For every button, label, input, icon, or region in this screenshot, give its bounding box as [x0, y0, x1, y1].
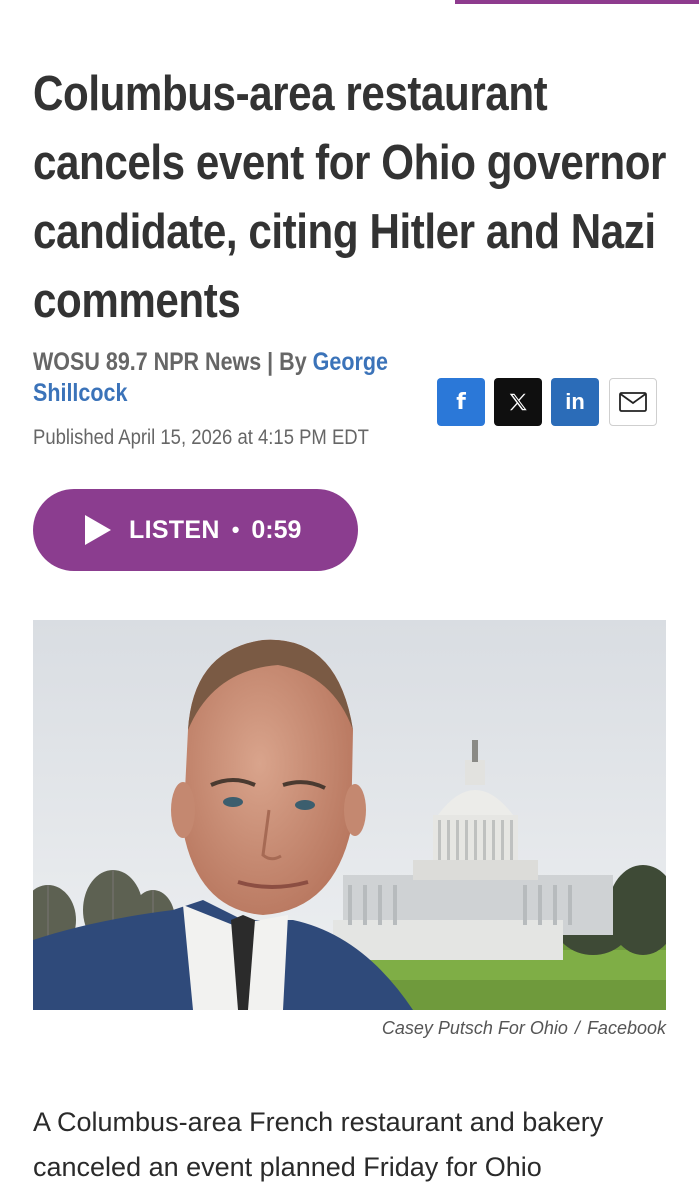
share-email-button[interactable] — [609, 378, 657, 426]
photo-credit: Casey Putsch For Ohio / Facebook — [382, 1018, 666, 1039]
article-photo — [33, 620, 666, 1010]
source-name: WOSU 89.7 NPR News — [33, 348, 262, 376]
listen-label: LISTEN — [129, 515, 220, 544]
publish-date: Published April 15, 2026 at 4:15 PM EDT — [33, 426, 369, 449]
headline-text: Columbus-area restaurant cancels event f… — [33, 67, 667, 328]
envelope-icon — [619, 392, 647, 412]
top-accent-bar — [455, 0, 699, 4]
article-headline: Columbus-area restaurant cancels event f… — [33, 60, 666, 336]
byline: WOSU 89.7 NPR News | By George Shillcock — [33, 347, 394, 409]
x-icon — [509, 393, 527, 411]
photo-credit-source: Facebook — [586, 1018, 666, 1038]
byline-separator: | By — [261, 348, 313, 376]
facebook-icon: f — [456, 389, 466, 415]
share-x-button[interactable] — [494, 378, 542, 426]
share-linkedin-button[interactable]: in — [551, 378, 599, 426]
audio-duration: 0:59 — [251, 515, 302, 544]
play-icon — [85, 515, 111, 545]
photo-credit-name: Casey Putsch For Ohio — [381, 1018, 568, 1038]
linkedin-icon: in — [565, 389, 585, 414]
article-body: A Columbus-area French restaurant and ba… — [33, 1107, 604, 1182]
listen-separator: • — [231, 517, 240, 542]
listen-audio-button[interactable]: LISTEN • 0:59 — [33, 489, 358, 571]
photo-credit-separator: / — [574, 1018, 580, 1038]
share-facebook-button[interactable]: f — [437, 378, 485, 426]
